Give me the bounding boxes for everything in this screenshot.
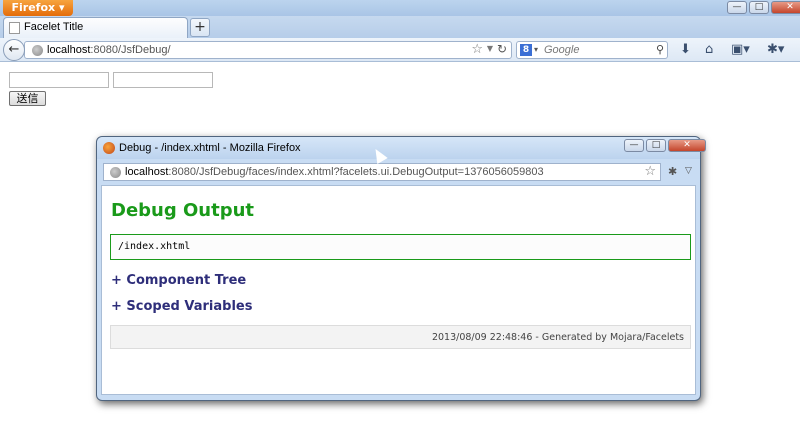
url-path: :8080/JsfDebug/ <box>90 44 171 56</box>
window-titlebar: Firefox ▾ — □ ✕ <box>0 0 800 16</box>
view-id: /index.xhtml <box>118 241 191 252</box>
footer-text: 2013/08/09 22:48:46 - Generated by Mojar… <box>431 332 684 343</box>
firefox-menu-button[interactable]: Firefox ▾ <box>3 0 73 16</box>
popup-url-bar[interactable]: localhost:8080/JsfDebug/faces/index.xhtm… <box>103 163 661 181</box>
tab-title: Facelet Title <box>24 21 84 33</box>
search-placeholder: Google <box>544 44 580 56</box>
magnifier-icon[interactable]: ⚲ <box>656 43 664 56</box>
debug-footer: 2013/08/09 22:48:46 - Generated by Mojar… <box>110 325 691 349</box>
scoped-variables-toggle[interactable]: + Scoped Variables <box>111 299 252 314</box>
tab-strip: Facelet Title + <box>0 16 800 38</box>
bookmark-star-icon[interactable]: ☆ <box>644 164 656 179</box>
close-button[interactable]: ✕ <box>771 1 800 14</box>
url-text: localhost:8080/JsfDebug/ <box>47 44 171 56</box>
text-input-1[interactable] <box>9 72 109 88</box>
navigation-bar: localhost:8080/JsfDebug/ ☆ ▼ ↻ ← 8 ▾ Goo… <box>0 38 800 62</box>
chevron-down-icon[interactable]: ▽ <box>685 166 692 176</box>
submit-button[interactable]: 送信 <box>9 91 46 106</box>
popup-url-host: localhost <box>125 166 169 178</box>
url-host: localhost <box>47 44 91 56</box>
component-tree-toggle[interactable]: + Component Tree <box>111 273 246 288</box>
debug-output-heading: Debug Output <box>111 200 255 221</box>
download-icon[interactable]: ⬇ <box>680 42 691 57</box>
text-input-2[interactable] <box>113 72 213 88</box>
new-tab-button[interactable]: + <box>190 18 210 37</box>
url-history-dropdown-icon[interactable]: ▼ <box>487 44 493 53</box>
google-icon[interactable]: 8 <box>520 44 532 56</box>
debug-content: Debug Output /index.xhtml + Component Tr… <box>101 185 696 395</box>
popup-window-controls: — □ ✕ <box>624 139 706 152</box>
popup-title: Debug - /index.xhtml - Mozilla Firefox <box>119 142 301 154</box>
reload-icon[interactable]: ↻ <box>497 42 507 56</box>
popup-close-button[interactable]: ✕ <box>668 139 706 152</box>
popup-url-text: localhost:8080/JsfDebug/faces/index.xhtm… <box>125 166 544 178</box>
popup-url-path: :8080/JsfDebug/faces/index.xhtml?facelet… <box>168 166 544 178</box>
bookmarks-menu-icon[interactable]: ▣▾ <box>731 42 750 57</box>
firebug-icon[interactable]: ✱ <box>668 165 677 178</box>
tab-facelet-title[interactable]: Facelet Title <box>3 17 188 38</box>
window-controls: — □ ✕ <box>727 1 800 14</box>
popup-maximize-button[interactable]: □ <box>646 139 666 152</box>
bookmark-star-icon[interactable]: ☆ <box>471 42 483 57</box>
view-id-box: /index.xhtml <box>110 234 691 260</box>
globe-icon <box>110 167 121 178</box>
popup-titlebar: Debug - /index.xhtml - Mozilla Firefox —… <box>97 137 706 159</box>
search-bar[interactable]: 8 ▾ Google ⚲ <box>516 41 668 59</box>
firebug-icon[interactable]: ✱▾ <box>767 42 784 57</box>
home-icon[interactable]: ⌂ <box>705 42 713 57</box>
page-icon <box>9 22 20 34</box>
arrow-left-icon: ← <box>8 42 20 57</box>
search-engine-dropdown-icon[interactable]: ▾ <box>534 45 538 54</box>
debug-popup-window: Debug - /index.xhtml - Mozilla Firefox —… <box>96 136 706 401</box>
minimize-button[interactable]: — <box>727 1 747 14</box>
url-bar[interactable]: localhost:8080/JsfDebug/ ☆ ▼ ↻ <box>24 41 512 59</box>
globe-icon <box>32 45 43 56</box>
maximize-button[interactable]: □ <box>749 1 769 14</box>
firefox-icon <box>103 142 115 154</box>
back-button[interactable]: ← <box>3 39 25 61</box>
popup-minimize-button[interactable]: — <box>624 139 644 152</box>
